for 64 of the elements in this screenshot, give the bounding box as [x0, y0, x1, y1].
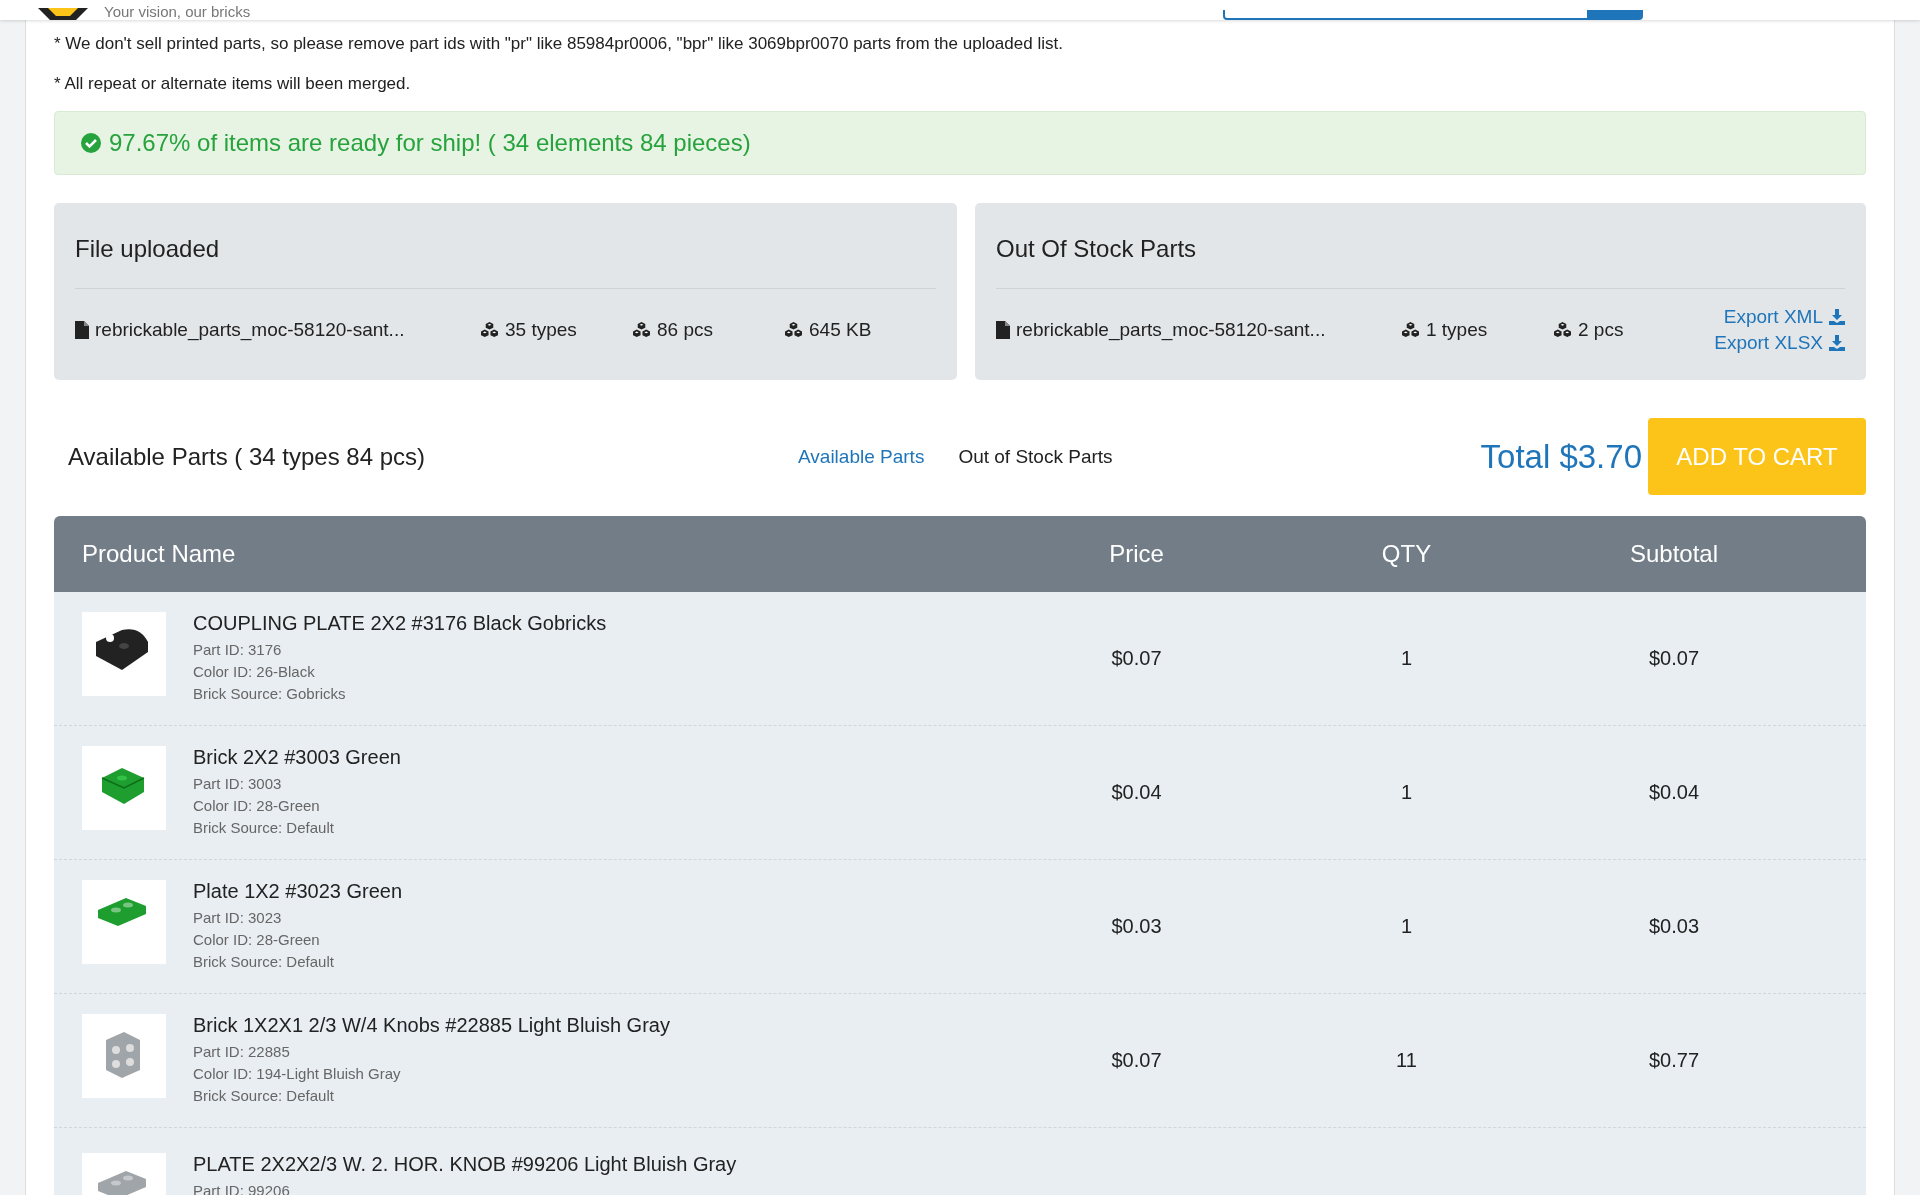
file-icon: [75, 321, 89, 339]
product-detail: Color ID: 28-Green: [193, 930, 321, 950]
file-name: rebrickable_parts_moc-58120-sant...: [1016, 319, 1326, 341]
product-detail: Brick Source: Default: [193, 818, 335, 838]
tagline: Your vision, our bricks: [104, 4, 251, 20]
column-header: Product Name: [81, 540, 237, 568]
note-text: * All repeat or alternate items will been merged.: [54, 73, 412, 95]
product-name: PLATE 2X2X2/3 W. 2. HOR. KNOB #99206 Light Bluish Gray: [193, 1152, 737, 1176]
column-header: Price: [1108, 540, 1165, 568]
alert-text: 97.67% of items are ready for ship! ( 34 elements 84 pieces): [109, 129, 751, 157]
table-cell-text: 1: [1399, 647, 1414, 670]
tab[interactable]: Out of Stock Parts: [958, 445, 1113, 468]
cubes-icon: [1553, 321, 1572, 339]
stat-text: 2 pcs: [1578, 319, 1624, 341]
stat-text: 645 KB: [809, 319, 872, 341]
column-header: QTY: [1380, 540, 1433, 568]
product-detail: Part ID: 99206: [193, 1180, 291, 1195]
product-detail: Brick Source: Gobricks: [193, 684, 347, 704]
cubes-icon: [784, 321, 803, 339]
product-name: Brick 1X2X1 2/3 W/4 Knobs #22885 Light Bluish Gray: [193, 1014, 670, 1037]
cubes-icon: [632, 321, 651, 339]
card-title: File uploaded: [75, 234, 220, 263]
product-detail: Part ID: 3023: [193, 908, 283, 928]
product-detail: Part ID: 3176: [193, 640, 283, 660]
table-cell-text: $0.03: [1110, 915, 1163, 938]
stat-text: 86 pcs: [657, 319, 713, 341]
table-cell-text: $0.03: [1647, 915, 1701, 938]
logo-icon[interactable]: [38, 8, 88, 20]
product-detail: Color ID: 194-Light Bluish Gray: [193, 1064, 402, 1084]
product-detail: Color ID: 26-Black: [193, 662, 316, 682]
check-circle-icon: [81, 133, 101, 153]
table-cell-text: $0.07: [1110, 647, 1163, 670]
total-price: Total $3.70: [1480, 437, 1642, 476]
export-link[interactable]: Export XLSX: [1714, 332, 1845, 354]
product-detail: Part ID: 3003: [193, 774, 283, 794]
column-header: Subtotal: [1628, 540, 1720, 568]
table-cell-text: $0.07: [1647, 647, 1701, 670]
table-cell-text: $0.04: [1647, 781, 1701, 804]
note-text: * We don't sell printed parts, so please remove part ids with "pr" like 85984pr0006, "bpr" like 3069bpr0070 parts from the uploaded list.: [54, 33, 1064, 55]
table-cell-text: $0.77: [1647, 1049, 1701, 1072]
product-detail: Brick Source: Default: [193, 952, 335, 972]
table-cell-text: 11: [1395, 1049, 1418, 1072]
export-link[interactable]: Export XML: [1723, 306, 1845, 328]
stat-text: 35 types: [505, 319, 577, 341]
product-name: COUPLING PLATE 2X2 #3176 Black Gobricks: [193, 612, 607, 635]
product-detail: Part ID: 22885: [193, 1042, 291, 1062]
tab[interactable]: Available Parts: [798, 445, 925, 468]
download-icon: [1829, 335, 1845, 351]
download-icon: [1829, 309, 1845, 325]
stat-text: 1 types: [1426, 319, 1488, 341]
table-cell-text: $0.07: [1110, 1049, 1163, 1072]
table-cell-text: 1: [1399, 915, 1414, 938]
card-title: Out Of Stock Parts: [996, 234, 1197, 263]
table-cell-text: $0.04: [1110, 781, 1163, 804]
section-title: Available Parts ( 34 types 84 pcs): [68, 442, 427, 471]
file-icon: [996, 321, 1010, 339]
product-detail: Color ID: 28-Green: [193, 796, 321, 816]
product-detail: Brick Source: Default: [193, 1086, 335, 1106]
product-name: Plate 1X2 #3023 Green: [193, 880, 403, 903]
cubes-icon: [480, 321, 499, 339]
file-name: rebrickable_parts_moc-58120-sant...: [95, 319, 405, 341]
table-cell-text: 1: [1399, 781, 1414, 804]
cubes-icon: [1401, 321, 1420, 339]
product-name: Brick 2X2 #3003 Green: [193, 746, 401, 769]
